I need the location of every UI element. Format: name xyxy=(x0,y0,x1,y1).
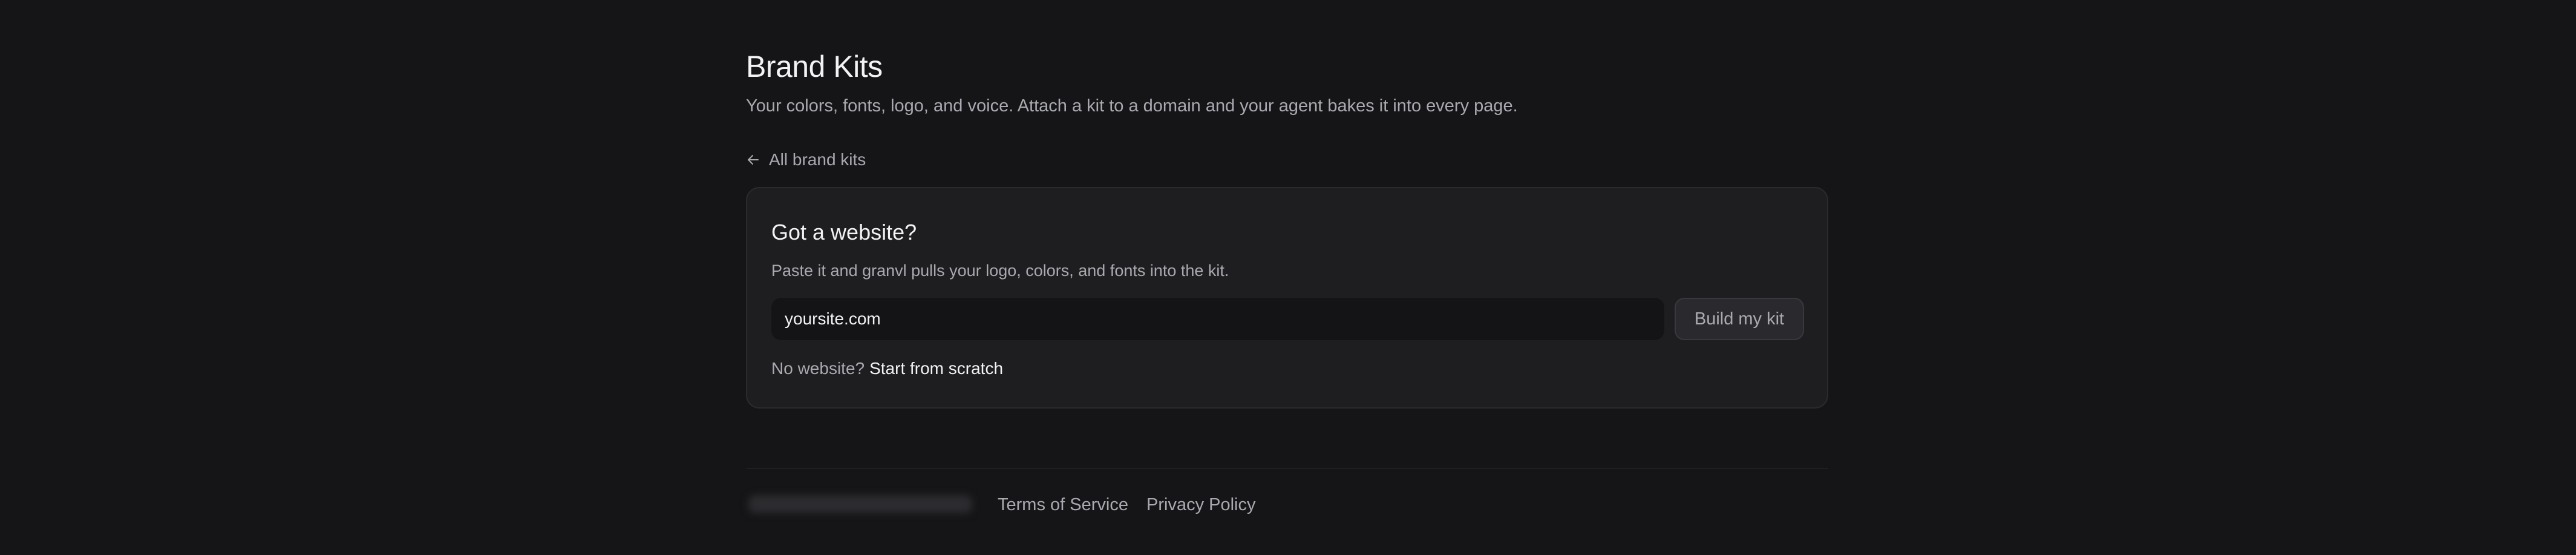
page-subtitle: Your colors, fonts, logo, and voice. Att… xyxy=(746,96,1518,116)
start-from-scratch-row: No website? Start from scratch xyxy=(771,358,1003,379)
website-url-input[interactable] xyxy=(771,298,1664,340)
page-title: Brand Kits xyxy=(746,50,883,84)
build-my-kit-button[interactable]: Build my kit xyxy=(1675,298,1804,340)
footer-divider xyxy=(746,468,1828,469)
website-import-card: Got a website? Paste it and granvl pulls… xyxy=(746,187,1828,409)
no-website-text: No website? xyxy=(771,359,865,378)
terms-of-service-link[interactable]: Terms of Service xyxy=(998,494,1128,516)
card-description: Paste it and granvl pulls your logo, col… xyxy=(771,261,1229,280)
start-from-scratch-link[interactable]: Start from scratch xyxy=(869,358,1003,379)
redacted-copyright xyxy=(748,495,972,513)
card-title: Got a website? xyxy=(771,220,917,245)
arrow-left-icon xyxy=(746,153,760,167)
back-to-brand-kits-link[interactable]: All brand kits xyxy=(746,149,866,171)
back-link-label: All brand kits xyxy=(769,150,866,169)
privacy-policy-link[interactable]: Privacy Policy xyxy=(1146,494,1256,516)
